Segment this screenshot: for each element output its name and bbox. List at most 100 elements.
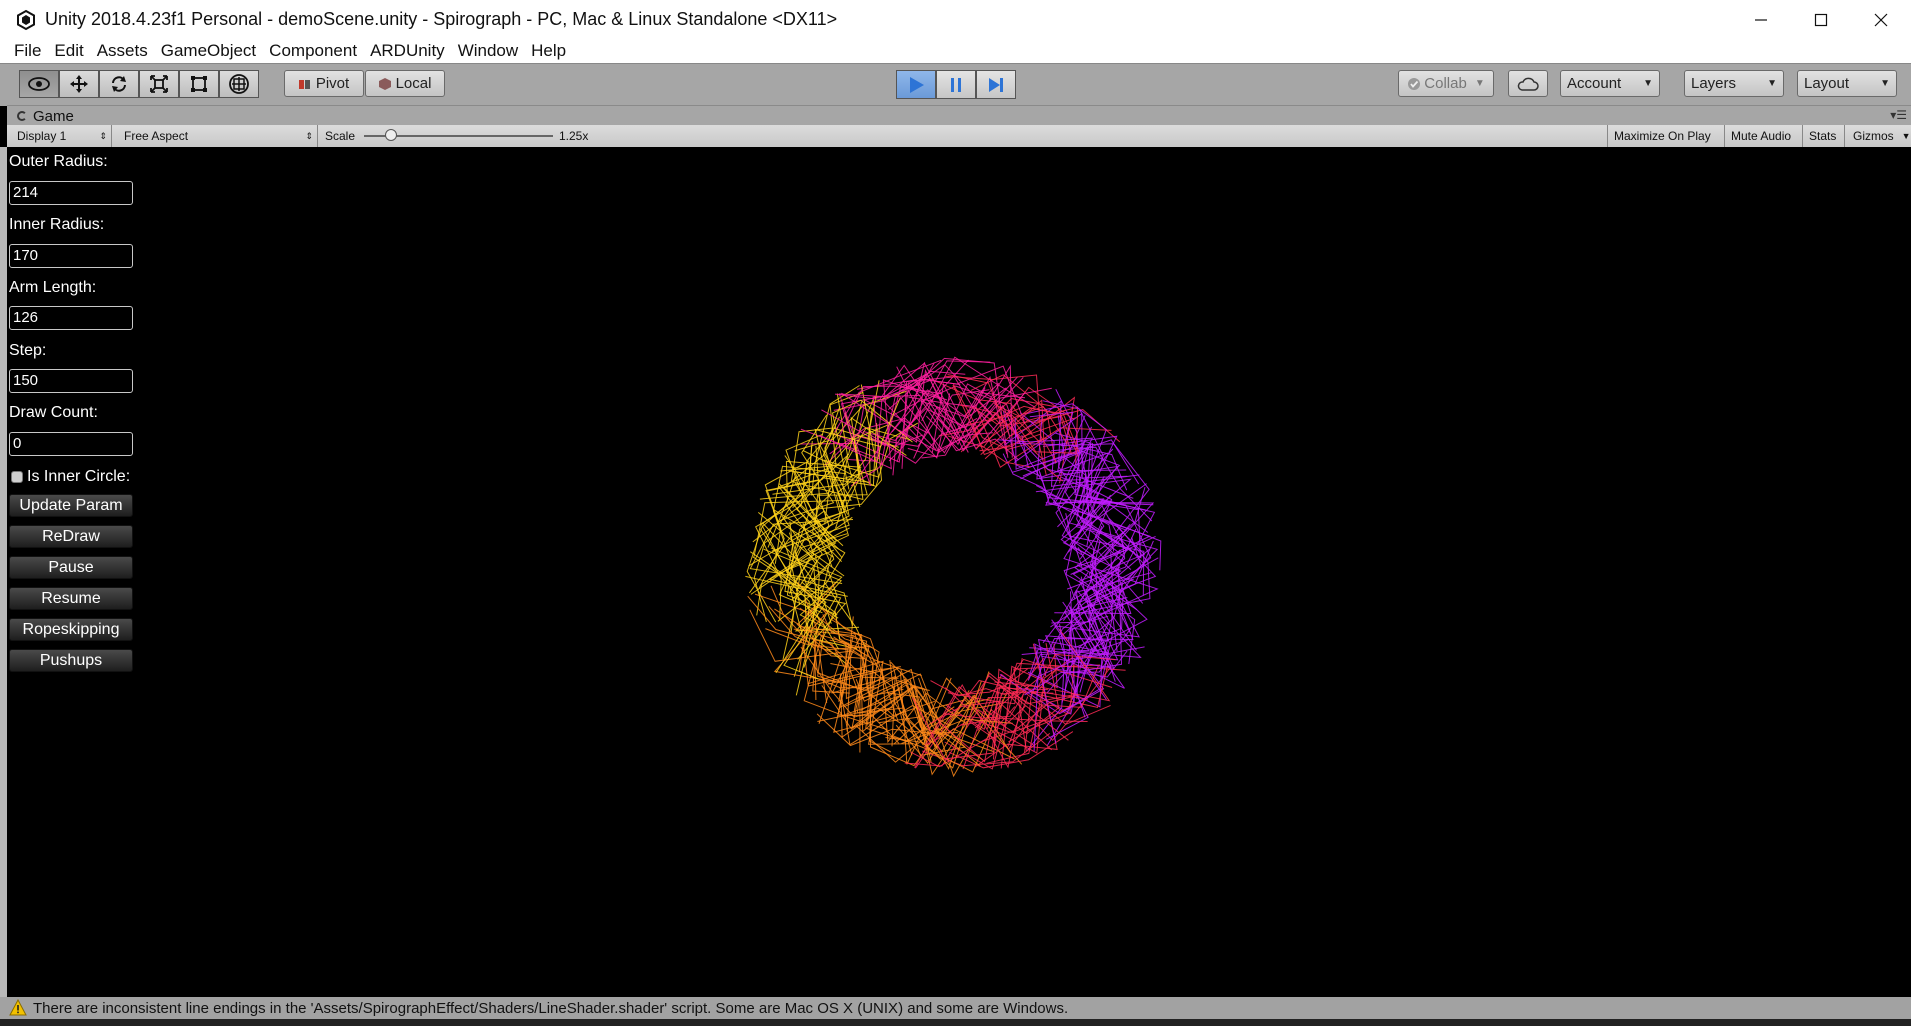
minimize-button[interactable]	[1731, 0, 1791, 39]
tab-menu-icon[interactable]: ▾☰	[1890, 108, 1907, 122]
account-dropdown[interactable]: Account ▼	[1560, 70, 1660, 97]
move-icon	[70, 75, 88, 93]
layers-label: Layers	[1691, 75, 1737, 92]
warning-icon	[9, 999, 27, 1016]
gizmos-label: Gizmos	[1853, 129, 1894, 143]
account-label: Account	[1567, 75, 1622, 92]
rotate-icon	[112, 76, 126, 92]
transform-tool-button[interactable]	[219, 70, 259, 98]
draw-count-field[interactable]: 0	[9, 432, 133, 456]
maximize-button[interactable]	[1791, 0, 1851, 39]
display-dropdown[interactable]: Display 1 ⇕	[7, 125, 112, 147]
local-toggle[interactable]: Local	[365, 70, 445, 97]
pivot-icon	[298, 79, 310, 89]
pause-icon	[951, 77, 961, 92]
collab-label: Collab	[1424, 75, 1467, 92]
is-inner-circle-toggle[interactable]: Is Inner Circle:	[11, 468, 130, 486]
scale-tool-button[interactable]	[139, 70, 179, 98]
menu-help[interactable]: Help	[531, 41, 566, 61]
arm-length-field[interactable]: 126	[9, 306, 133, 330]
eye-icon	[28, 77, 50, 91]
pause-button[interactable]	[936, 70, 976, 99]
window-title: Unity 2018.4.23f1 Personal - demoScene.u…	[45, 9, 838, 29]
chevron-down-icon: ▼	[1901, 131, 1911, 141]
cloud-button[interactable]	[1508, 70, 1548, 97]
display-label: Display 1	[17, 129, 67, 143]
pause-game-button[interactable]: Pause	[9, 556, 133, 579]
game-view-controls: Display 1 ⇕ Free Aspect ⇕ Scale 1.25x Ma…	[7, 125, 1911, 148]
chevron-down-icon: ▼	[1767, 78, 1777, 89]
chevron-down-icon: ▼	[1474, 78, 1485, 89]
spiro-line	[823, 608, 885, 680]
updown-arrow-icon: ⇕	[305, 130, 313, 141]
step-label: Step:	[9, 342, 47, 359]
maximize-on-play-toggle[interactable]: Maximize On Play	[1607, 125, 1725, 147]
window-titlebar: Unity 2018.4.23f1 Personal - demoScene.u…	[0, 0, 1911, 39]
main-toolbar: Pivot Local Collab ▼ Account ▼ Layers ▼ …	[0, 63, 1911, 106]
draw-count-label: Draw Count:	[9, 404, 98, 421]
play-icon	[910, 76, 924, 93]
tab-game[interactable]: Game	[17, 106, 74, 126]
menu-ardunity[interactable]: ARDUnity	[370, 41, 445, 61]
close-icon	[1874, 13, 1888, 26]
hand-tool-button[interactable]	[19, 70, 59, 98]
outer-radius-label: Outer Radius:	[9, 153, 108, 170]
collab-dropdown[interactable]: Collab ▼	[1398, 70, 1494, 97]
updown-arrow-icon: ⇕	[99, 130, 107, 141]
checkbox-icon[interactable]	[11, 471, 23, 483]
menu-window[interactable]: Window	[458, 41, 518, 61]
local-icon	[378, 77, 391, 90]
redraw-button[interactable]: ReDraw	[9, 525, 133, 548]
arm-length-label: Arm Length:	[9, 279, 97, 296]
pivot-toggle[interactable]: Pivot	[284, 70, 364, 97]
pivot-label: Pivot	[315, 75, 350, 92]
window-bottom-edge	[0, 1019, 1911, 1026]
rect-tool-button[interactable]	[179, 70, 219, 98]
chevron-down-icon: ▼	[1643, 78, 1653, 89]
layout-dropdown[interactable]: Layout ▼	[1797, 70, 1897, 97]
menu-assets[interactable]: Assets	[97, 41, 148, 61]
menu-edit[interactable]: Edit	[54, 41, 83, 61]
menu-file[interactable]: File	[14, 41, 41, 61]
tab-game-label: Game	[33, 107, 74, 125]
update-param-button[interactable]: Update Param	[9, 494, 133, 517]
menu-gameobject[interactable]: GameObject	[161, 41, 256, 61]
status-message: There are inconsistent line endings in t…	[33, 999, 1069, 1017]
unity-logo-icon	[17, 9, 35, 30]
play-button[interactable]	[896, 70, 936, 99]
layers-dropdown[interactable]: Layers ▼	[1684, 70, 1784, 97]
outer-radius-field[interactable]: 214	[9, 181, 133, 205]
close-button[interactable]	[1851, 0, 1911, 39]
aspect-label: Free Aspect	[124, 129, 189, 143]
game-tab-bar: Game ▾☰	[7, 105, 1911, 126]
scale-slider-thumb[interactable]	[385, 129, 397, 141]
minimize-icon	[1755, 18, 1767, 21]
ropeskipping-button[interactable]: Ropeskipping	[9, 618, 133, 641]
mute-audio-toggle[interactable]: Mute Audio	[1725, 125, 1803, 147]
step-icon	[989, 77, 1003, 92]
menu-component[interactable]: Component	[269, 41, 357, 61]
is-inner-circle-label: Is Inner Circle:	[27, 468, 131, 485]
move-tool-button[interactable]	[59, 70, 99, 98]
step-button[interactable]	[976, 70, 1016, 99]
maximize-icon	[1814, 13, 1828, 26]
local-label: Local	[395, 75, 432, 92]
step-field[interactable]: 150	[9, 369, 133, 393]
game-view[interactable]: Outer Radius: 214 Inner Radius: 170 Arm …	[7, 147, 1911, 997]
stats-toggle[interactable]: Stats	[1803, 125, 1845, 147]
aspect-dropdown[interactable]: Free Aspect ⇕	[112, 125, 318, 147]
pushups-button[interactable]: Pushups	[9, 649, 133, 672]
scale-value: 1.25x	[559, 129, 589, 143]
transform-icon	[229, 74, 249, 94]
rotate-tool-button[interactable]	[99, 70, 139, 98]
status-bar[interactable]: There are inconsistent line endings in t…	[0, 997, 1911, 1019]
gizmos-dropdown[interactable]: Gizmos ▼	[1845, 125, 1911, 147]
transform-tools	[19, 70, 259, 98]
chevron-down-icon: ▼	[1880, 78, 1890, 89]
scale-label: Scale	[325, 129, 356, 143]
resume-button[interactable]: Resume	[9, 587, 133, 610]
scale-icon	[150, 75, 168, 93]
menu-bar: File Edit Assets GameObject Component AR…	[0, 39, 1911, 63]
inner-radius-field[interactable]: 170	[9, 244, 133, 268]
game-controller-icon	[17, 111, 27, 121]
